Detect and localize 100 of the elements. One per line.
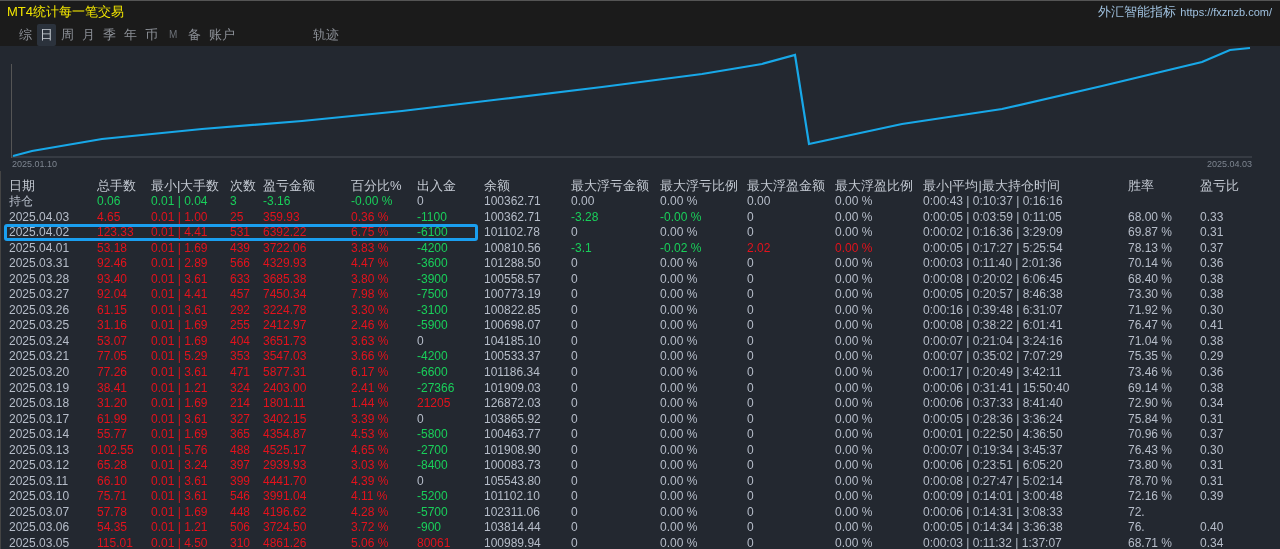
table-cell-text: 0 — [571, 520, 579, 537]
table-cell-text: 3.30 % — [351, 302, 390, 319]
table-cell-text: 6.17 % — [351, 365, 390, 381]
table-cell-text: 0.00 % — [660, 318, 699, 334]
tab[interactable]: 币 — [142, 23, 161, 46]
table-cell-text: 3.03 % — [351, 458, 390, 474]
table-cell-text: 488 — [230, 442, 252, 459]
table-cell-text: 0.00 % — [660, 302, 699, 319]
table-cell-text: 3.39 % — [351, 411, 390, 428]
tab[interactable]: 月 — [79, 23, 98, 46]
table-cell-text: 0 — [747, 396, 755, 412]
table-cell-text: 3.83 % — [351, 240, 390, 257]
table-cell-text: 4354.87 — [263, 427, 308, 443]
column-header: 最小|平均|最大持仓时间 — [923, 177, 1061, 194]
table-cell-text: 77.26 — [97, 365, 129, 381]
table-cell-text: 0 — [747, 458, 755, 474]
tab[interactable]: 日 — [37, 23, 56, 46]
table-cell-text: 0 — [417, 411, 425, 428]
table-cell-text: 0:00:09 | 0:14:01 | 3:00:48 — [923, 489, 1064, 505]
table-cell-text: 0.00 % — [835, 396, 874, 412]
table-cell-text: 101909.03 — [484, 380, 542, 397]
table-cell-text: 5877.31 — [263, 365, 308, 381]
table-cell-text: 21205 — [417, 396, 452, 412]
tab[interactable]: 年 — [121, 23, 140, 46]
table-cell-text: -0.00 % — [660, 209, 703, 226]
table-cell-text: 70.14 % — [1128, 256, 1174, 272]
website-link[interactable]: https://fxznzb.com/ — [1180, 6, 1272, 18]
table-cell-text: 100989.94 — [484, 536, 542, 549]
table-cell-text: -3600 — [417, 256, 449, 272]
table-cell-text: 100463.77 — [484, 427, 542, 443]
row-label: 2025.03.14 — [9, 427, 71, 443]
table-cell-text: 0 — [747, 520, 755, 537]
table-cell-text: 0:00:05 | 0:14:34 | 3:36:38 — [923, 520, 1064, 537]
table-cell-text: 0.01 | 5.76 — [151, 442, 209, 459]
table-cell-text: 61.99 — [97, 411, 129, 428]
table-cell-text: 101102.78 — [484, 225, 541, 241]
row-label: 2025.03.21 — [9, 349, 71, 365]
table-cell-text: 0 — [747, 536, 755, 549]
table-cell-text: 1801.11 — [263, 396, 307, 412]
row-label: 2025.03.11 — [9, 473, 70, 490]
table-cell-text: 77.05 — [97, 349, 129, 365]
table-cell-text: 103814.44 — [484, 520, 542, 537]
table-cell-text: 0.00 % — [835, 287, 874, 303]
row-label: 2025.04.02 — [9, 225, 71, 241]
table-cell-text: 0.00 % — [835, 209, 874, 226]
table-cell-text: -3.28 — [571, 209, 600, 226]
table-cell-text: 0:00:05 | 0:03:59 | 0:11:05 — [923, 209, 1063, 226]
table-cell-text: 0.00 % — [835, 458, 874, 474]
table-cell-text: 0 — [747, 473, 755, 490]
tab[interactable]: 账户 — [206, 23, 239, 46]
tab[interactable]: 轨迹 — [310, 23, 343, 46]
column-header: 盈亏金额 — [263, 177, 316, 194]
column-header: 总手数 — [97, 177, 137, 194]
row-label: 2025.04.01 — [9, 240, 71, 257]
table-cell-text: 0 — [747, 380, 755, 397]
table-cell-text: 0 — [747, 271, 755, 288]
tab[interactable]: 季 — [100, 23, 119, 46]
table-cell-text: 0.00 % — [835, 536, 874, 549]
tab[interactable]: M — [163, 27, 184, 42]
table-cell-text: 126872.03 — [484, 396, 542, 412]
table-cell-text: 0:00:06 | 0:37:33 | 8:41:40 — [923, 396, 1064, 412]
table-cell-text: 0 — [571, 442, 579, 459]
table-cell-text: 0.00 % — [835, 302, 874, 319]
table-cell-text: 0.00 % — [660, 365, 699, 381]
table-cell-text: 0.00 % — [835, 442, 874, 459]
table-cell-text: 68.00 % — [1128, 209, 1174, 226]
column-header: 日期 — [9, 177, 36, 194]
table-cell-text: 0 — [747, 333, 755, 350]
table-cell-text: 0.00 % — [660, 536, 699, 549]
table-cell-text: 100083.73 — [484, 458, 542, 474]
tab[interactable]: 备 — [185, 23, 205, 46]
tab[interactable]: 周 — [58, 23, 77, 46]
table-cell-text: 100773.19 — [484, 287, 542, 303]
table-cell-text: 0.00 % — [835, 365, 874, 381]
table-cell-text: 100362.71 — [484, 209, 542, 226]
table-cell-text: 4525.17 — [263, 442, 308, 459]
table-cell-text: 78.13 % — [1128, 240, 1174, 257]
table-cell-text: 0.01 | 1.69 — [151, 504, 209, 521]
column-header: 次数 — [230, 177, 257, 194]
table-cell-text: 0 — [571, 489, 579, 505]
table-cell-text: 69.14 % — [1128, 380, 1174, 397]
table-cell-text: 68.40 % — [1128, 271, 1174, 288]
row-selection-outline[interactable] — [4, 224, 478, 242]
table-cell-text: 0.34 — [1200, 396, 1225, 412]
table-cell-text: 0.36 — [1200, 365, 1225, 381]
table-cell-text: 0 — [571, 318, 579, 334]
table-cell-text: 0.34 — [1200, 536, 1225, 549]
table-cell-text: 0:00:05 | 0:28:36 | 3:36:24 — [923, 411, 1064, 428]
table-cell-text: 0.01 | 1.69 — [151, 333, 209, 350]
table-cell-text: 54.35 — [97, 520, 129, 537]
table-cell-text: 353 — [230, 349, 252, 365]
table-cell-text: 0.00 % — [835, 520, 874, 537]
table-cell-text: 0 — [747, 427, 755, 443]
table-cell-text: 0.37 — [1200, 240, 1225, 257]
table-cell-text: 0 — [747, 349, 755, 365]
tab[interactable]: 综 — [16, 23, 35, 46]
table-cell-text: 0.31 — [1200, 225, 1225, 241]
table-cell-text: 65.28 — [97, 458, 129, 474]
table-cell-text: 0.37 — [1200, 427, 1225, 443]
table-cell-text: 0.00 % — [660, 442, 699, 459]
